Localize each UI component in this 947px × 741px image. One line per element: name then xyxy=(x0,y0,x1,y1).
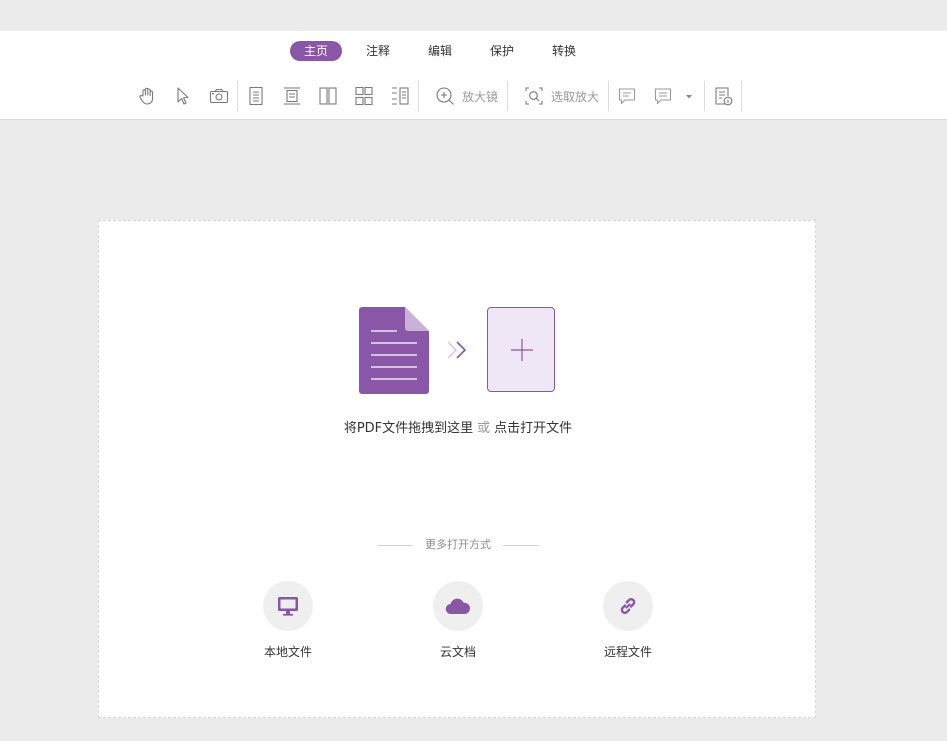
add-comment-button[interactable] xyxy=(616,84,638,108)
ribbon-tabs: 主页 注释 编辑 保护 转换 xyxy=(0,41,947,63)
toolbar-separator xyxy=(741,81,742,111)
toolbar-separator xyxy=(418,81,419,111)
toolbar: 放大镜 选取放大 xyxy=(0,81,947,111)
continuous-page-icon xyxy=(284,87,300,105)
document-properties-button[interactable] xyxy=(712,84,734,108)
cover-view-button[interactable] xyxy=(389,84,411,108)
tab-protect[interactable]: 保护 xyxy=(476,41,528,61)
title-strip xyxy=(0,0,947,31)
select-zoom-button[interactable]: 选取放大 xyxy=(523,84,599,108)
tab-edit[interactable]: 编辑 xyxy=(414,41,466,61)
cloud-icon xyxy=(445,598,470,615)
open-cloud-document-button[interactable]: 云文档 xyxy=(408,581,508,660)
snapshot-button[interactable] xyxy=(208,84,230,108)
tab-convert[interactable]: 转换 xyxy=(538,41,590,61)
cursor-icon xyxy=(177,87,189,105)
drop-hint: 将PDF文件拖拽到这里或点击打开文件 xyxy=(99,417,817,436)
double-page-icon xyxy=(319,87,337,105)
pdf-document-icon xyxy=(359,307,429,394)
comment-list-button[interactable] xyxy=(652,84,674,108)
cover-page-icon xyxy=(392,87,409,105)
toolbar-separator xyxy=(507,81,508,111)
comment-dropdown-button[interactable] xyxy=(682,84,696,108)
cloud-document-circle xyxy=(433,581,483,631)
hand-tool-button[interactable] xyxy=(136,84,158,108)
double-page-view-button[interactable] xyxy=(317,84,339,108)
open-file-link[interactable]: 点击打开文件 xyxy=(494,421,572,436)
double-continuous-view-button[interactable] xyxy=(353,84,375,108)
select-tool-button[interactable] xyxy=(172,84,194,108)
select-zoom-label: 选取放大 xyxy=(551,89,600,104)
toolbar-separator xyxy=(608,81,609,111)
remote-file-label: 远程文件 xyxy=(603,645,652,659)
toolbar-separator xyxy=(237,81,238,111)
zoom-in-icon xyxy=(436,87,454,105)
cloud-document-label: 云文档 xyxy=(439,645,476,659)
single-page-icon xyxy=(249,86,263,106)
open-remote-file-button[interactable]: 远程文件 xyxy=(578,581,678,660)
chevron-down-icon xyxy=(686,95,692,99)
camera-icon xyxy=(209,88,229,104)
chevron-right-icon xyxy=(447,341,467,359)
open-file-button[interactable] xyxy=(487,307,555,392)
drop-zone-panel[interactable]: 将PDF文件拖拽到这里或点击打开文件 更多打开方式 本地文件 云文档 远程文件 xyxy=(98,220,816,718)
continuous-view-button[interactable] xyxy=(281,84,303,108)
double-continuous-icon xyxy=(355,86,373,106)
plus-icon xyxy=(511,339,533,361)
document-info-icon xyxy=(715,87,733,106)
more-options-header: 更多打开方式 xyxy=(377,537,539,553)
link-icon xyxy=(620,598,636,614)
toolbar-separator xyxy=(704,81,705,111)
comment-list-icon xyxy=(654,88,672,105)
comment-icon xyxy=(618,88,636,105)
divider-line xyxy=(503,545,539,546)
tab-annotate[interactable]: 注释 xyxy=(352,41,404,61)
ribbon: 主页 注释 编辑 保护 转换 放大镜 选取放大 xyxy=(0,31,947,120)
local-file-circle xyxy=(263,581,313,631)
drop-hint-text: 将PDF文件拖拽到这里 xyxy=(343,421,474,436)
single-page-view-button[interactable] xyxy=(245,84,267,108)
drop-hint-or: 或 xyxy=(477,421,491,436)
local-file-label: 本地文件 xyxy=(263,645,312,659)
select-zoom-icon xyxy=(525,87,543,105)
open-local-file-button[interactable]: 本地文件 xyxy=(238,581,338,660)
magnifier-label: 放大镜 xyxy=(462,89,499,104)
tab-home[interactable]: 主页 xyxy=(290,41,342,61)
magnifier-button[interactable]: 放大镜 xyxy=(434,84,498,108)
monitor-icon xyxy=(278,597,298,616)
hand-icon xyxy=(139,87,154,105)
remote-file-circle xyxy=(603,581,653,631)
